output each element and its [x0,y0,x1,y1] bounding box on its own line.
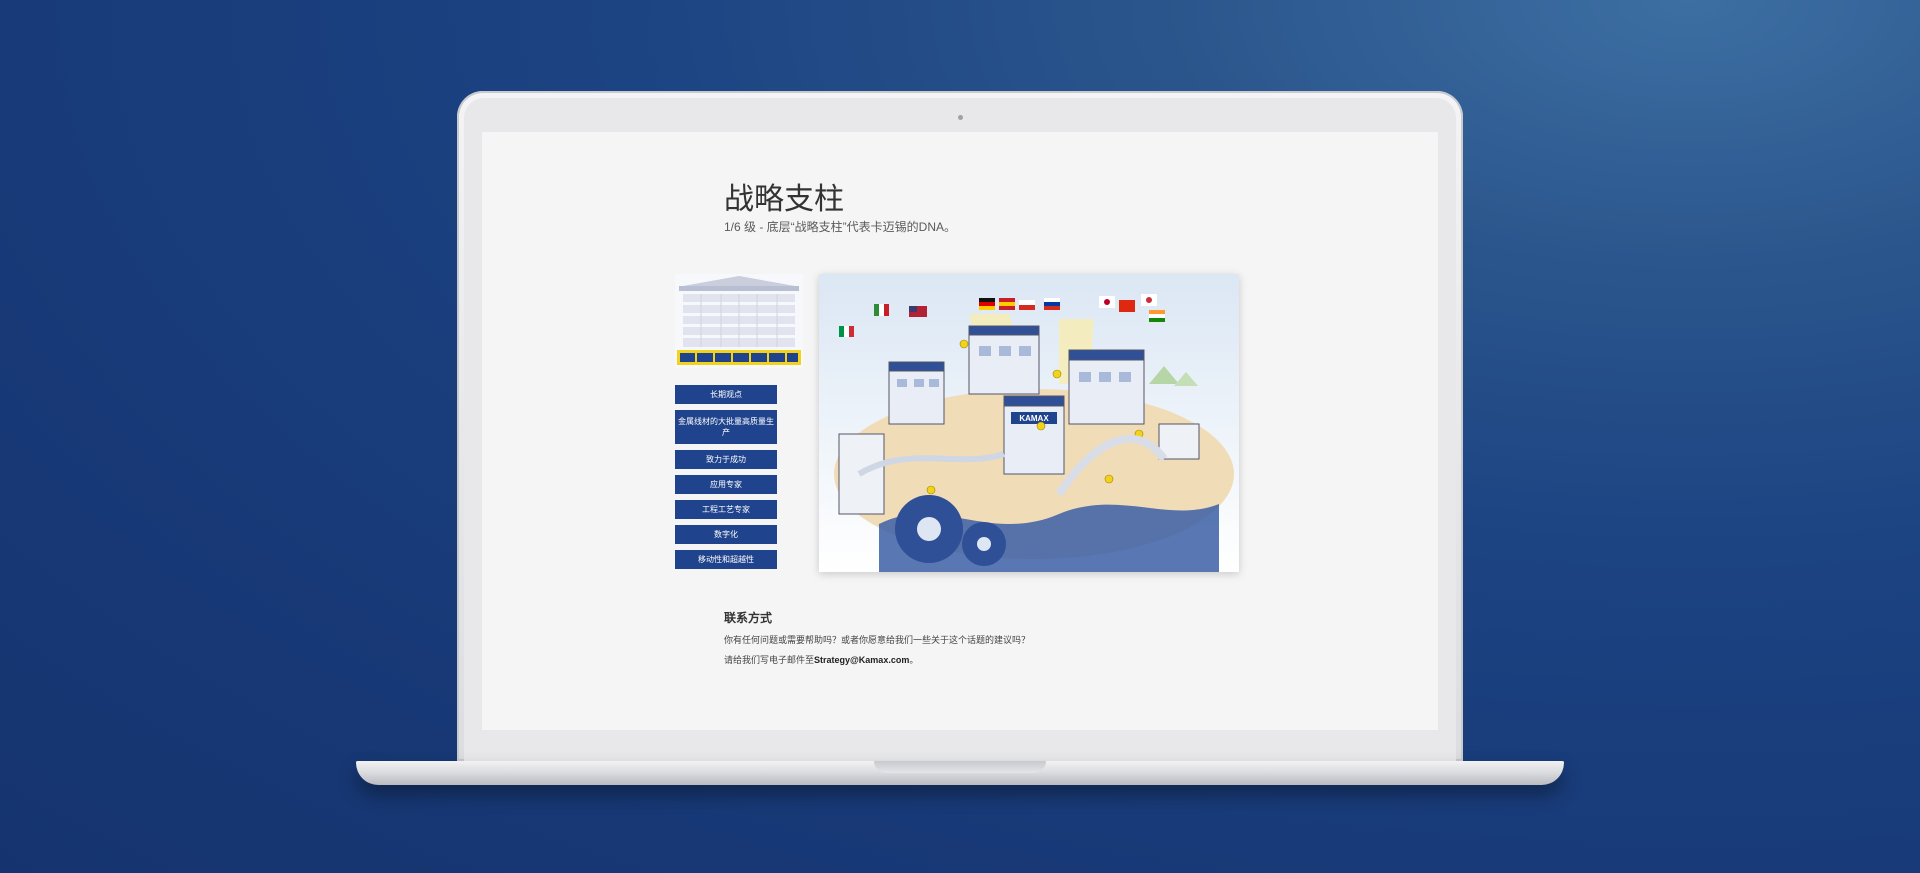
nav-item-application-experts[interactable]: 应用专家 [675,475,777,494]
kamax-sign: KAMAX [1019,414,1049,423]
laptop-base [356,761,1564,785]
page-subtitle: 1/6 级 - 底层“战略支柱”代表卡迈锡的DNA。 [724,220,957,234]
nav-item-digitalization[interactable]: 数字化 [675,525,777,544]
nav-item-mobility-beyond[interactable]: 移动性和超越性 [675,550,777,569]
factory-illustration: KAMAX [819,274,1239,572]
contact-email-line: 请给我们写电子邮件至Strategy@Kamax.com。 [724,653,918,666]
laptop-screen: 战略支柱 1/6 级 - 底层“战略支柱”代表卡迈锡的DNA。 长期观点 金属线… [482,132,1438,730]
pillar-diagram-icon[interactable] [675,274,803,368]
nav-item-engineering-experts[interactable]: 工程工艺专家 [675,500,777,519]
nav-item-wire-production[interactable]: 金属线材的大批量高质量生产 [675,410,777,444]
email-link[interactable]: Strategy@Kamax.com [814,655,909,665]
email-suffix: 。 [909,655,919,665]
email-prefix: 请给我们写电子邮件至 [724,655,815,665]
nav-item-long-term-view[interactable]: 长期观点 [675,385,777,404]
camera-icon [958,115,963,120]
contact-question: 你有任何问题或需要帮助吗？或者你愿意给我们一些关于这个话题的建议吗？ [724,635,1031,645]
side-nav: 长期观点 金属线材的大批量高质量生产 致力于成功 应用专家 工程工艺专家 数字化… [675,385,777,575]
laptop-notch [874,761,1046,773]
nav-item-committed-to-success[interactable]: 致力于成功 [675,450,777,469]
contact-heading: 联系方式 [724,611,773,625]
page-title: 战略支柱 [724,183,844,216]
